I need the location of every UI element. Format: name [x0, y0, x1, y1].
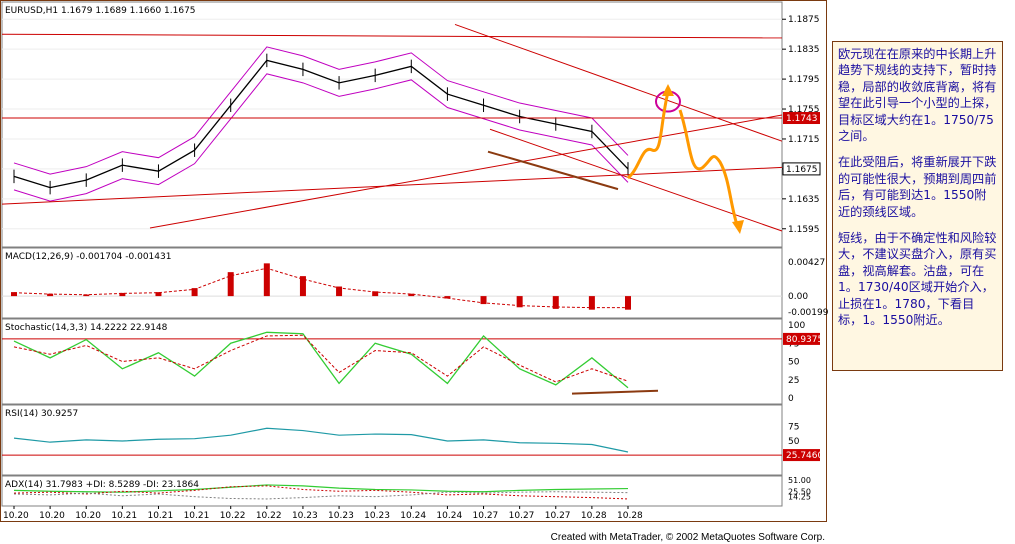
footer-credit: Created with MetaTrader, © 2002 MetaQuot…: [550, 532, 825, 543]
price-tick-label: 1.1835: [788, 45, 820, 55]
date-tick-label: 10.23: [364, 511, 390, 521]
resistance-price-label: 1.1743: [786, 114, 818, 124]
last-price-label: 1.1675: [786, 165, 818, 175]
date-tick-label: 10.20: [3, 511, 29, 521]
date-tick-label: 10.21: [111, 511, 137, 521]
price-tick-label: 1.1635: [788, 195, 820, 205]
price-tick-label: 1.1715: [788, 135, 820, 145]
adx-tick-label: 14.25: [788, 493, 811, 502]
stochastic-tick-label: 25: [788, 376, 799, 386]
date-tick-label: 10.24: [400, 511, 426, 521]
rsi-tick-label: 50: [788, 437, 800, 447]
macd-tick-label: 0.00: [788, 292, 808, 302]
date-tick-label: 10.28: [617, 511, 643, 521]
date-tick-label: 10.27: [473, 511, 499, 521]
date-tick-label: 10.21: [184, 511, 210, 521]
date-tick-label: 10.27: [509, 511, 535, 521]
stochastic-label: Stochastic(14,3,3) 14.2222 22.9148: [5, 323, 168, 333]
price-tick-label: 1.1595: [788, 225, 820, 235]
date-tick-label: 10.28: [581, 511, 607, 521]
date-tick-label: 10.27: [545, 511, 571, 521]
date-tick-label: 10.22: [256, 511, 282, 521]
macd-tick-label: 0.00427: [788, 258, 825, 268]
note-paragraph-3: 短线，由于不确定性和风险较大，不建议买盘介入，原有买盘，视高解套。沽盘，可在1。…: [838, 231, 997, 328]
rsi-pane: [1, 404, 783, 476]
price-tick-label: 1.1795: [788, 75, 820, 85]
rsi-level-label: 25.7460: [786, 451, 823, 461]
rsi-label: RSI(14) 30.9257: [5, 409, 78, 419]
symbol-header: EURUSD,H1 1.1679 1.1689 1.1660 1.1675: [5, 6, 196, 16]
date-tick-label: 10.23: [328, 511, 354, 521]
adx-tick-label: 51.00: [788, 476, 811, 485]
price-pane: [1, 1, 783, 248]
stochastic-tick-label: 0: [788, 394, 794, 404]
stochastic-level-label: 80.9375: [786, 335, 823, 345]
note-paragraph-2: 在此受阻后，将重新展开下跌的可能性很大，预期到周四前后，有可能到达1。1550附…: [838, 155, 997, 219]
price-tick-label: 1.1875: [788, 15, 820, 25]
rsi-tick-label: 75: [788, 423, 799, 433]
date-tick-label: 10.20: [75, 511, 101, 521]
date-tick-label: 10.23: [292, 511, 318, 521]
stochastic-tick-label: 50: [788, 358, 800, 368]
date-tick-label: 10.20: [39, 511, 65, 521]
date-tick-label: 10.22: [220, 511, 246, 521]
analysis-note: 欧元现在在原来的中长期上升趋势下规线的支持下，暂时持稳，局部的收敛底背离，将有望…: [832, 41, 1003, 371]
adx-label: ADX(14) 31.7983 +DI: 8.5289 -DI: 23.1864: [5, 480, 199, 490]
date-tick-label: 10.21: [147, 511, 173, 521]
date-tick-label: 10.24: [436, 511, 462, 521]
note-paragraph-1: 欧元现在在原来的中长期上升趋势下规线的支持下，暂时持稳，局部的收敛底背离，将有望…: [838, 47, 997, 144]
macd-label: MACD(12,26,9) -0.001704 -0.001431: [5, 252, 171, 262]
stochastic-tick-label: 100: [788, 321, 805, 331]
macd-tick-label: -0.00199: [788, 308, 829, 318]
